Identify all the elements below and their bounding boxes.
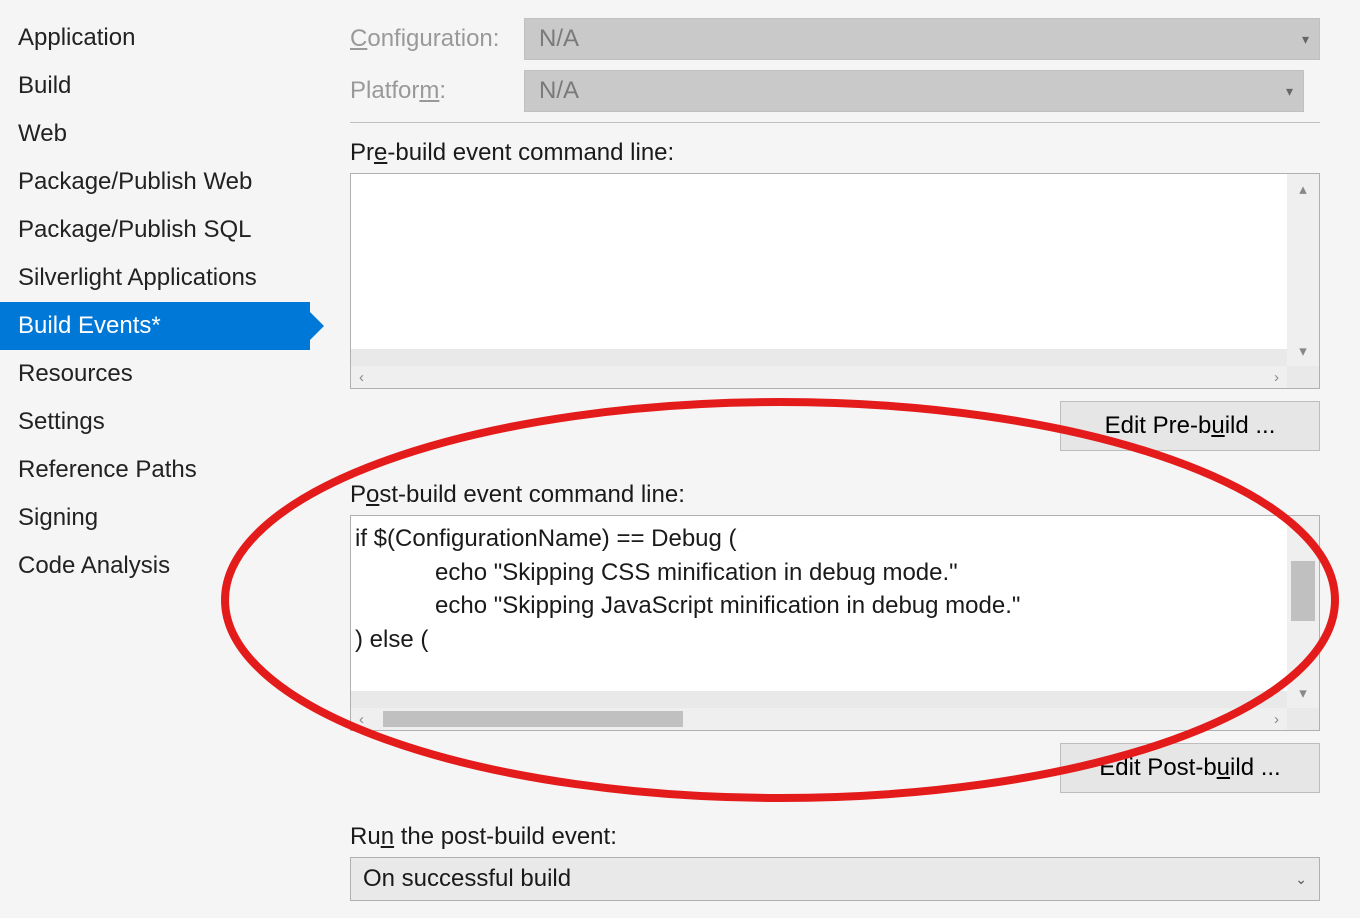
arrow-left-icon[interactable]: ‹	[359, 369, 364, 386]
arrow-right-icon[interactable]: ›	[1274, 369, 1279, 386]
divider	[350, 122, 1320, 123]
scrollbar-thumb[interactable]	[1291, 561, 1315, 621]
sidebar-item-package-publish-web[interactable]: Package/Publish Web	[0, 158, 310, 206]
sidebar-item-silverlight-applications[interactable]: Silverlight Applications	[0, 254, 310, 302]
sidebar-item-package-publish-sql[interactable]: Package/Publish SQL	[0, 206, 310, 254]
platform-label: Platform:	[350, 77, 524, 105]
scrollbar-thumb[interactable]	[383, 711, 683, 727]
sidebar-item-build[interactable]: Build	[0, 62, 310, 110]
sidebar: Application Build Web Package/Publish We…	[0, 0, 310, 918]
run-postbuild-select[interactable]: On successful build ⌄	[350, 857, 1320, 901]
scrollbar-horizontal[interactable]: ‹ ›	[351, 708, 1287, 730]
sidebar-item-web[interactable]: Web	[0, 110, 310, 158]
chevron-down-icon: ▾	[1286, 83, 1293, 100]
edit-prebuild-button[interactable]: Edit Pre-build ...	[1060, 401, 1320, 451]
configuration-label: Configuration:	[350, 25, 524, 53]
prebuild-label: Pre-build event command line:	[350, 139, 1320, 167]
scrollbar-vertical[interactable]: ▴ ▾	[1287, 516, 1319, 708]
sidebar-item-code-analysis[interactable]: Code Analysis	[0, 542, 310, 590]
sidebar-item-settings[interactable]: Settings	[0, 398, 310, 446]
arrow-right-icon[interactable]: ›	[1274, 711, 1279, 728]
platform-select: N/A ▾	[524, 70, 1304, 112]
postbuild-textarea-wrap: if $(ConfigurationName) == Debug ( echo …	[350, 515, 1320, 731]
arrow-left-icon[interactable]: ‹	[359, 711, 364, 728]
configuration-value: N/A	[539, 25, 579, 53]
run-postbuild-label: Run the post-build event:	[350, 823, 1320, 851]
postbuild-label: Post-build event command line:	[350, 481, 1320, 509]
scrollbar-vertical[interactable]: ▴ ▾	[1287, 174, 1319, 366]
chevron-down-icon: ▾	[1302, 31, 1309, 48]
postbuild-textarea[interactable]: if $(ConfigurationName) == Debug ( echo …	[351, 516, 1287, 691]
edit-postbuild-button[interactable]: Edit Post-build ...	[1060, 743, 1320, 793]
sidebar-item-build-events[interactable]: Build Events*	[0, 302, 310, 350]
arrow-down-icon[interactable]: ▾	[1299, 684, 1307, 702]
prebuild-textarea[interactable]	[351, 174, 1287, 349]
arrow-up-icon[interactable]: ▴	[1299, 180, 1307, 198]
chevron-down-icon: ⌄	[1295, 871, 1307, 888]
sidebar-item-reference-paths[interactable]: Reference Paths	[0, 446, 310, 494]
main-panel: Configuration: N/A ▾ Platform: N/A ▾ Pre…	[310, 0, 1360, 918]
sidebar-item-signing[interactable]: Signing	[0, 494, 310, 542]
platform-value: N/A	[539, 77, 579, 105]
configuration-select: N/A ▾	[524, 18, 1320, 60]
prebuild-textarea-wrap: ▴ ▾ ‹ ›	[350, 173, 1320, 389]
arrow-up-icon[interactable]: ▴	[1299, 522, 1307, 540]
run-postbuild-value: On successful build	[363, 865, 571, 893]
sidebar-item-application[interactable]: Application	[0, 14, 310, 62]
sidebar-item-resources[interactable]: Resources	[0, 350, 310, 398]
arrow-down-icon[interactable]: ▾	[1299, 342, 1307, 360]
scrollbar-horizontal[interactable]: ‹ ›	[351, 366, 1287, 388]
